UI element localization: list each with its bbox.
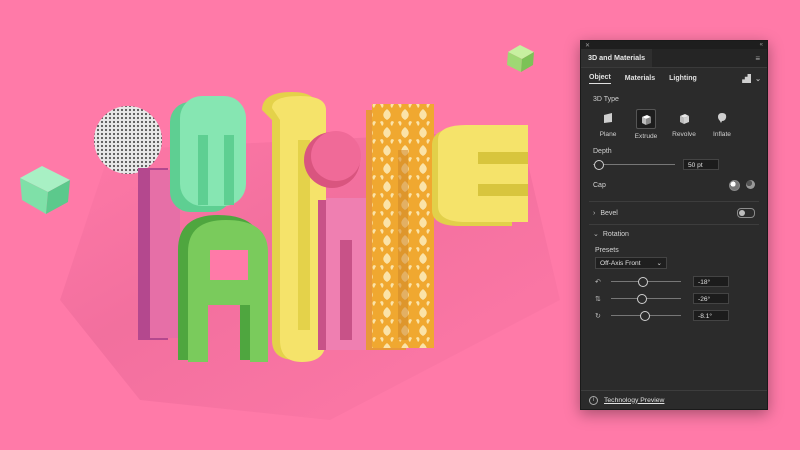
panel-topbar: ✕ « bbox=[581, 41, 767, 49]
green-cube-right bbox=[507, 45, 534, 72]
rotate-y-field[interactable]: -26° bbox=[693, 293, 729, 304]
cap-off-icon[interactable] bbox=[746, 180, 755, 189]
rotate-y-knob[interactable] bbox=[637, 293, 647, 304]
letter-e bbox=[432, 125, 528, 226]
render-settings-icon[interactable] bbox=[742, 74, 752, 83]
type-extrude-button[interactable]: Extrude bbox=[629, 109, 663, 140]
3d-type-options: Plane Extrude Revolve Inflate bbox=[581, 103, 767, 140]
type-revolve-label: Revolve bbox=[672, 131, 696, 138]
extrude-icon bbox=[636, 109, 656, 129]
chevron-down-icon[interactable]: ⌄ bbox=[755, 75, 761, 83]
bevel-toggle[interactable] bbox=[737, 208, 755, 218]
rotation-label: Rotation bbox=[602, 230, 629, 238]
cap-on-icon[interactable] bbox=[729, 180, 740, 191]
3d-materials-panel: ✕ « 3D and Materials ≡ Object Materials … bbox=[580, 40, 768, 410]
depth-slider[interactable] bbox=[593, 159, 675, 170]
letter-n bbox=[366, 104, 434, 350]
depth-slider-knob[interactable] bbox=[594, 159, 604, 170]
tab-object[interactable]: Object bbox=[589, 74, 611, 84]
type-revolve-button[interactable]: Revolve bbox=[667, 109, 701, 140]
menu-icon[interactable]: ≡ bbox=[755, 54, 767, 63]
presets-dropdown[interactable]: Off-Axis Front ⌄ bbox=[595, 257, 667, 269]
collapse-panel-icon[interactable]: « bbox=[760, 42, 763, 48]
depth-label: Depth bbox=[593, 148, 612, 155]
type-plane-button[interactable]: Plane bbox=[591, 109, 625, 140]
letter-m bbox=[170, 96, 246, 212]
chevron-down-icon[interactable]: ⌄ bbox=[593, 230, 599, 238]
close-panel-icon[interactable]: ✕ bbox=[585, 42, 590, 49]
panel-title[interactable]: 3D and Materials bbox=[581, 49, 653, 67]
info-icon: i bbox=[589, 395, 598, 405]
presets-label: Presets bbox=[595, 247, 619, 254]
rotate-y-icon: ⇅ bbox=[595, 295, 601, 303]
rotate-y-slider[interactable] bbox=[611, 293, 681, 304]
type-inflate-label: Inflate bbox=[713, 131, 731, 138]
rotate-x-field[interactable]: -18° bbox=[693, 276, 729, 287]
rotate-z-field[interactable]: -8.1° bbox=[693, 310, 729, 321]
bevel-label: Bevel bbox=[600, 209, 618, 217]
rotate-x-icon: ↶ bbox=[595, 278, 601, 286]
chevron-right-icon[interactable]: › bbox=[593, 210, 595, 217]
3d-type-label: 3D Type bbox=[593, 96, 619, 103]
depth-value-field[interactable]: 50 pt bbox=[683, 159, 719, 170]
revolve-icon bbox=[675, 109, 693, 127]
inflate-icon bbox=[713, 109, 731, 127]
plane-icon bbox=[599, 109, 617, 127]
type-inflate-button[interactable]: Inflate bbox=[705, 109, 739, 140]
tab-materials[interactable]: Materials bbox=[625, 75, 655, 84]
rotate-x-knob[interactable] bbox=[638, 276, 648, 287]
technology-preview-link[interactable]: Technology Preview bbox=[604, 397, 664, 404]
cap-label: Cap bbox=[593, 182, 606, 189]
chevron-down-icon: ⌄ bbox=[656, 260, 662, 267]
type-plane-label: Plane bbox=[599, 131, 617, 138]
tab-lighting[interactable]: Lighting bbox=[669, 75, 697, 84]
rotate-z-slider[interactable] bbox=[611, 310, 681, 321]
panel-titlebar: 3D and Materials ≡ bbox=[581, 49, 767, 68]
presets-dropdown-value: Off-Axis Front bbox=[600, 259, 641, 267]
dotted-sphere bbox=[94, 106, 162, 174]
green-cube-left bbox=[20, 166, 70, 214]
panel-footer: i Technology Preview bbox=[581, 390, 767, 409]
rotate-z-knob[interactable] bbox=[640, 310, 650, 321]
type-extrude-label: Extrude bbox=[634, 133, 658, 140]
rotate-x-slider[interactable] bbox=[611, 276, 681, 287]
panel-tabs: Object Materials Lighting ⌄ bbox=[581, 68, 767, 90]
rotate-z-icon: ↻ bbox=[595, 312, 601, 320]
